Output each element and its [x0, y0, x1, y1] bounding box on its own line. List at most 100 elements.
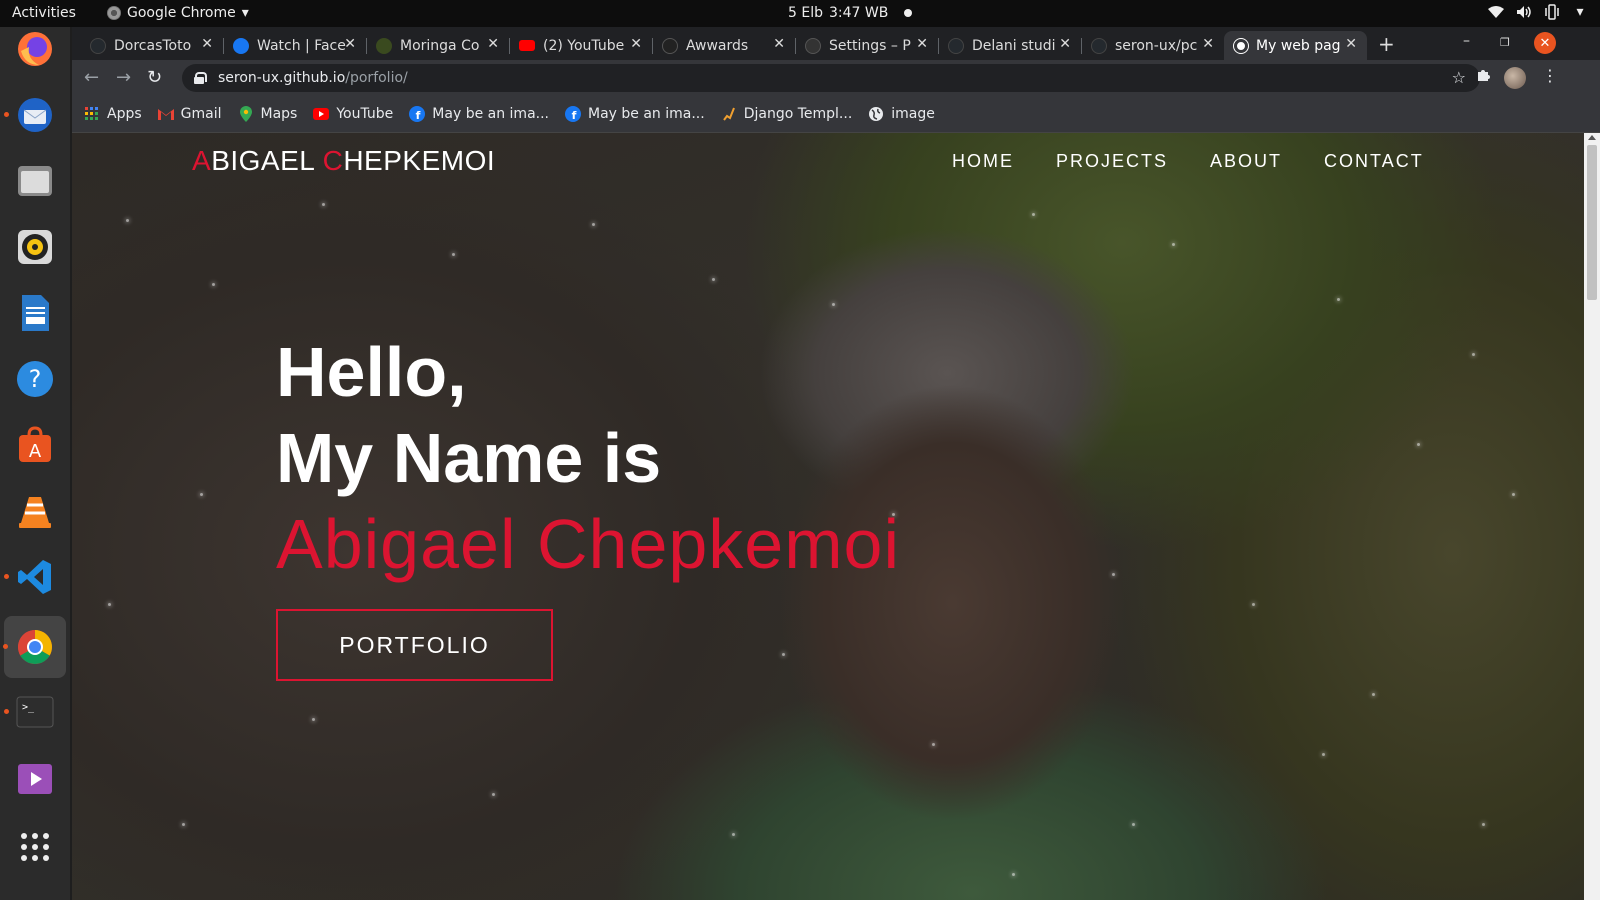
- firefox-icon[interactable]: [13, 27, 57, 71]
- bookmark-image[interactable]: image: [868, 106, 935, 122]
- sparkle: [182, 823, 185, 826]
- profile-avatar[interactable]: [1504, 67, 1526, 89]
- browser-toolbar: ← → ↻ seron-ux.github.io/porfolio/ ☆ ⋮: [72, 60, 1600, 96]
- maps-icon: [238, 106, 254, 122]
- bookmark-facebook-image-1[interactable]: f May be an ima...: [409, 106, 549, 122]
- lock-icon[interactable]: [194, 72, 207, 84]
- maximize-icon[interactable]: ❐: [1500, 36, 1510, 49]
- vlc-icon[interactable]: [13, 489, 57, 533]
- page-scrollbar[interactable]: [1584, 133, 1600, 900]
- url-path: /porfolio/: [345, 70, 408, 86]
- tab-seron-ux[interactable]: seron-ux/pc ✕: [1081, 31, 1224, 60]
- power-menu-caret-icon[interactable]: ▾: [1572, 4, 1588, 20]
- app-menu[interactable]: Google Chrome ▾: [107, 5, 249, 21]
- sparkle: [1252, 603, 1255, 606]
- address-bar[interactable]: seron-ux.github.io/porfolio/ ☆: [182, 64, 1480, 92]
- help-icon[interactable]: ?: [13, 357, 57, 401]
- close-tab-icon[interactable]: ✕: [1345, 36, 1357, 52]
- svg-text:f: f: [416, 109, 421, 122]
- tab-dorcastoto[interactable]: DorcasToto ✕: [80, 31, 223, 60]
- tab-strip: DorcasToto ✕ Watch | Face ✕ Moringa Co ✕…: [72, 27, 1600, 60]
- bookmark-label: May be an ima...: [588, 106, 705, 122]
- close-window-icon[interactable]: ✕: [1534, 32, 1556, 54]
- nav-home-link[interactable]: HOME: [952, 151, 1014, 172]
- thunderbird-icon[interactable]: [4, 93, 57, 137]
- chrome-window: DorcasToto ✕ Watch | Face ✕ Moringa Co ✕…: [72, 27, 1600, 133]
- globe-icon: [868, 106, 884, 122]
- new-tab-button[interactable]: +: [1378, 32, 1395, 56]
- close-tab-icon[interactable]: ✕: [487, 36, 499, 52]
- minimize-icon[interactable]: –: [1463, 33, 1470, 49]
- tab-title: Awwards: [686, 37, 749, 54]
- bookmark-gmail[interactable]: Gmail: [157, 106, 222, 122]
- system-tray[interactable]: ▾: [1488, 4, 1588, 20]
- sparkle: [832, 303, 835, 306]
- nav-contact-link[interactable]: CONTACT: [1324, 151, 1424, 172]
- close-tab-icon[interactable]: ✕: [344, 36, 356, 52]
- running-indicator: [3, 644, 8, 649]
- close-tab-icon[interactable]: ✕: [1202, 36, 1214, 52]
- tab-title: (2) YouTube: [543, 37, 625, 54]
- bookmark-django-templates[interactable]: Django Templ...: [721, 106, 853, 122]
- reload-icon[interactable]: ↻: [147, 67, 162, 88]
- scroll-up-arrow-icon[interactable]: [1588, 135, 1596, 140]
- nav-about-link[interactable]: ABOUT: [1210, 151, 1282, 172]
- back-icon[interactable]: ←: [84, 67, 99, 88]
- files-icon[interactable]: [13, 159, 57, 203]
- sparkle: [1372, 693, 1375, 696]
- scrollbar-thumb[interactable]: [1587, 145, 1597, 300]
- bookmark-apps[interactable]: Apps: [84, 106, 142, 122]
- clock[interactable]: 5 Elb 3:47 WB: [788, 5, 913, 21]
- tab-title: Delani studi: [972, 37, 1056, 54]
- show-applications-icon[interactable]: [13, 825, 57, 869]
- extensions-puzzle-icon[interactable]: [1476, 66, 1492, 86]
- clock-date: 5 Elb: [788, 5, 823, 21]
- close-tab-icon[interactable]: ✕: [630, 36, 642, 52]
- sparkle: [1032, 213, 1035, 216]
- close-tab-icon[interactable]: ✕: [773, 36, 785, 52]
- tab-awwards[interactable]: Awwards ✕: [652, 31, 795, 60]
- sparkle: [1337, 298, 1340, 301]
- tab-watch-facebook[interactable]: Watch | Face ✕: [223, 31, 366, 60]
- libreoffice-writer-icon[interactable]: [13, 291, 57, 335]
- bookmark-label: Django Templ...: [743, 106, 853, 122]
- tab-delani-studio[interactable]: Delani studi ✕: [938, 31, 1081, 60]
- vscode-icon[interactable]: [4, 555, 57, 599]
- gmail-icon: [157, 106, 174, 122]
- tab-settings[interactable]: Settings – P ✕: [795, 31, 938, 60]
- brand-initial-a: A: [192, 145, 212, 176]
- running-indicator: [4, 709, 9, 714]
- volume-icon[interactable]: [1516, 4, 1532, 20]
- sparkle: [712, 278, 715, 281]
- videos-icon[interactable]: [13, 757, 57, 801]
- terminal-icon[interactable]: >_: [4, 690, 57, 734]
- close-tab-icon[interactable]: ✕: [201, 36, 213, 52]
- sparkle: [1512, 493, 1515, 496]
- close-tab-icon[interactable]: ✕: [916, 36, 928, 52]
- forward-icon[interactable]: →: [116, 67, 131, 88]
- tab-moringa[interactable]: Moringa Co ✕: [366, 31, 509, 60]
- activities-button[interactable]: Activities: [12, 5, 76, 21]
- bookmarks-bar: Apps Gmail Maps YouTube f May be an ima.…: [72, 96, 1600, 133]
- site-menu: HOME PROJECTS ABOUT CONTACT: [952, 151, 1424, 172]
- nav-projects-link[interactable]: PROJECTS: [1056, 151, 1168, 172]
- bookmark-label: Apps: [107, 106, 142, 122]
- bookmark-star-icon[interactable]: ☆: [1452, 68, 1466, 87]
- bookmark-youtube[interactable]: YouTube: [313, 106, 393, 122]
- bookmark-maps[interactable]: Maps: [238, 106, 297, 122]
- software-center-icon[interactable]: A: [13, 423, 57, 467]
- site-brand-logo[interactable]: A BIGAEL C HEPKEMOI: [192, 145, 495, 177]
- chrome-menu-icon[interactable]: ⋮: [1542, 66, 1558, 85]
- rhythmbox-icon[interactable]: [13, 225, 57, 269]
- portfolio-button[interactable]: PORTFOLIO: [276, 609, 553, 681]
- tab-my-web-page[interactable]: My web pag ✕: [1224, 31, 1367, 60]
- github-icon: [90, 37, 106, 54]
- bookmark-facebook-image-2[interactable]: f May be an ima...: [565, 106, 705, 122]
- close-tab-icon[interactable]: ✕: [1059, 36, 1071, 52]
- chrome-icon[interactable]: [3, 616, 66, 678]
- phone-connect-icon[interactable]: [1544, 4, 1560, 20]
- sparkle: [1112, 573, 1115, 576]
- wifi-icon[interactable]: [1488, 4, 1504, 20]
- bookmark-label: YouTube: [336, 106, 394, 122]
- tab-youtube[interactable]: (2) YouTube ✕: [509, 31, 652, 60]
